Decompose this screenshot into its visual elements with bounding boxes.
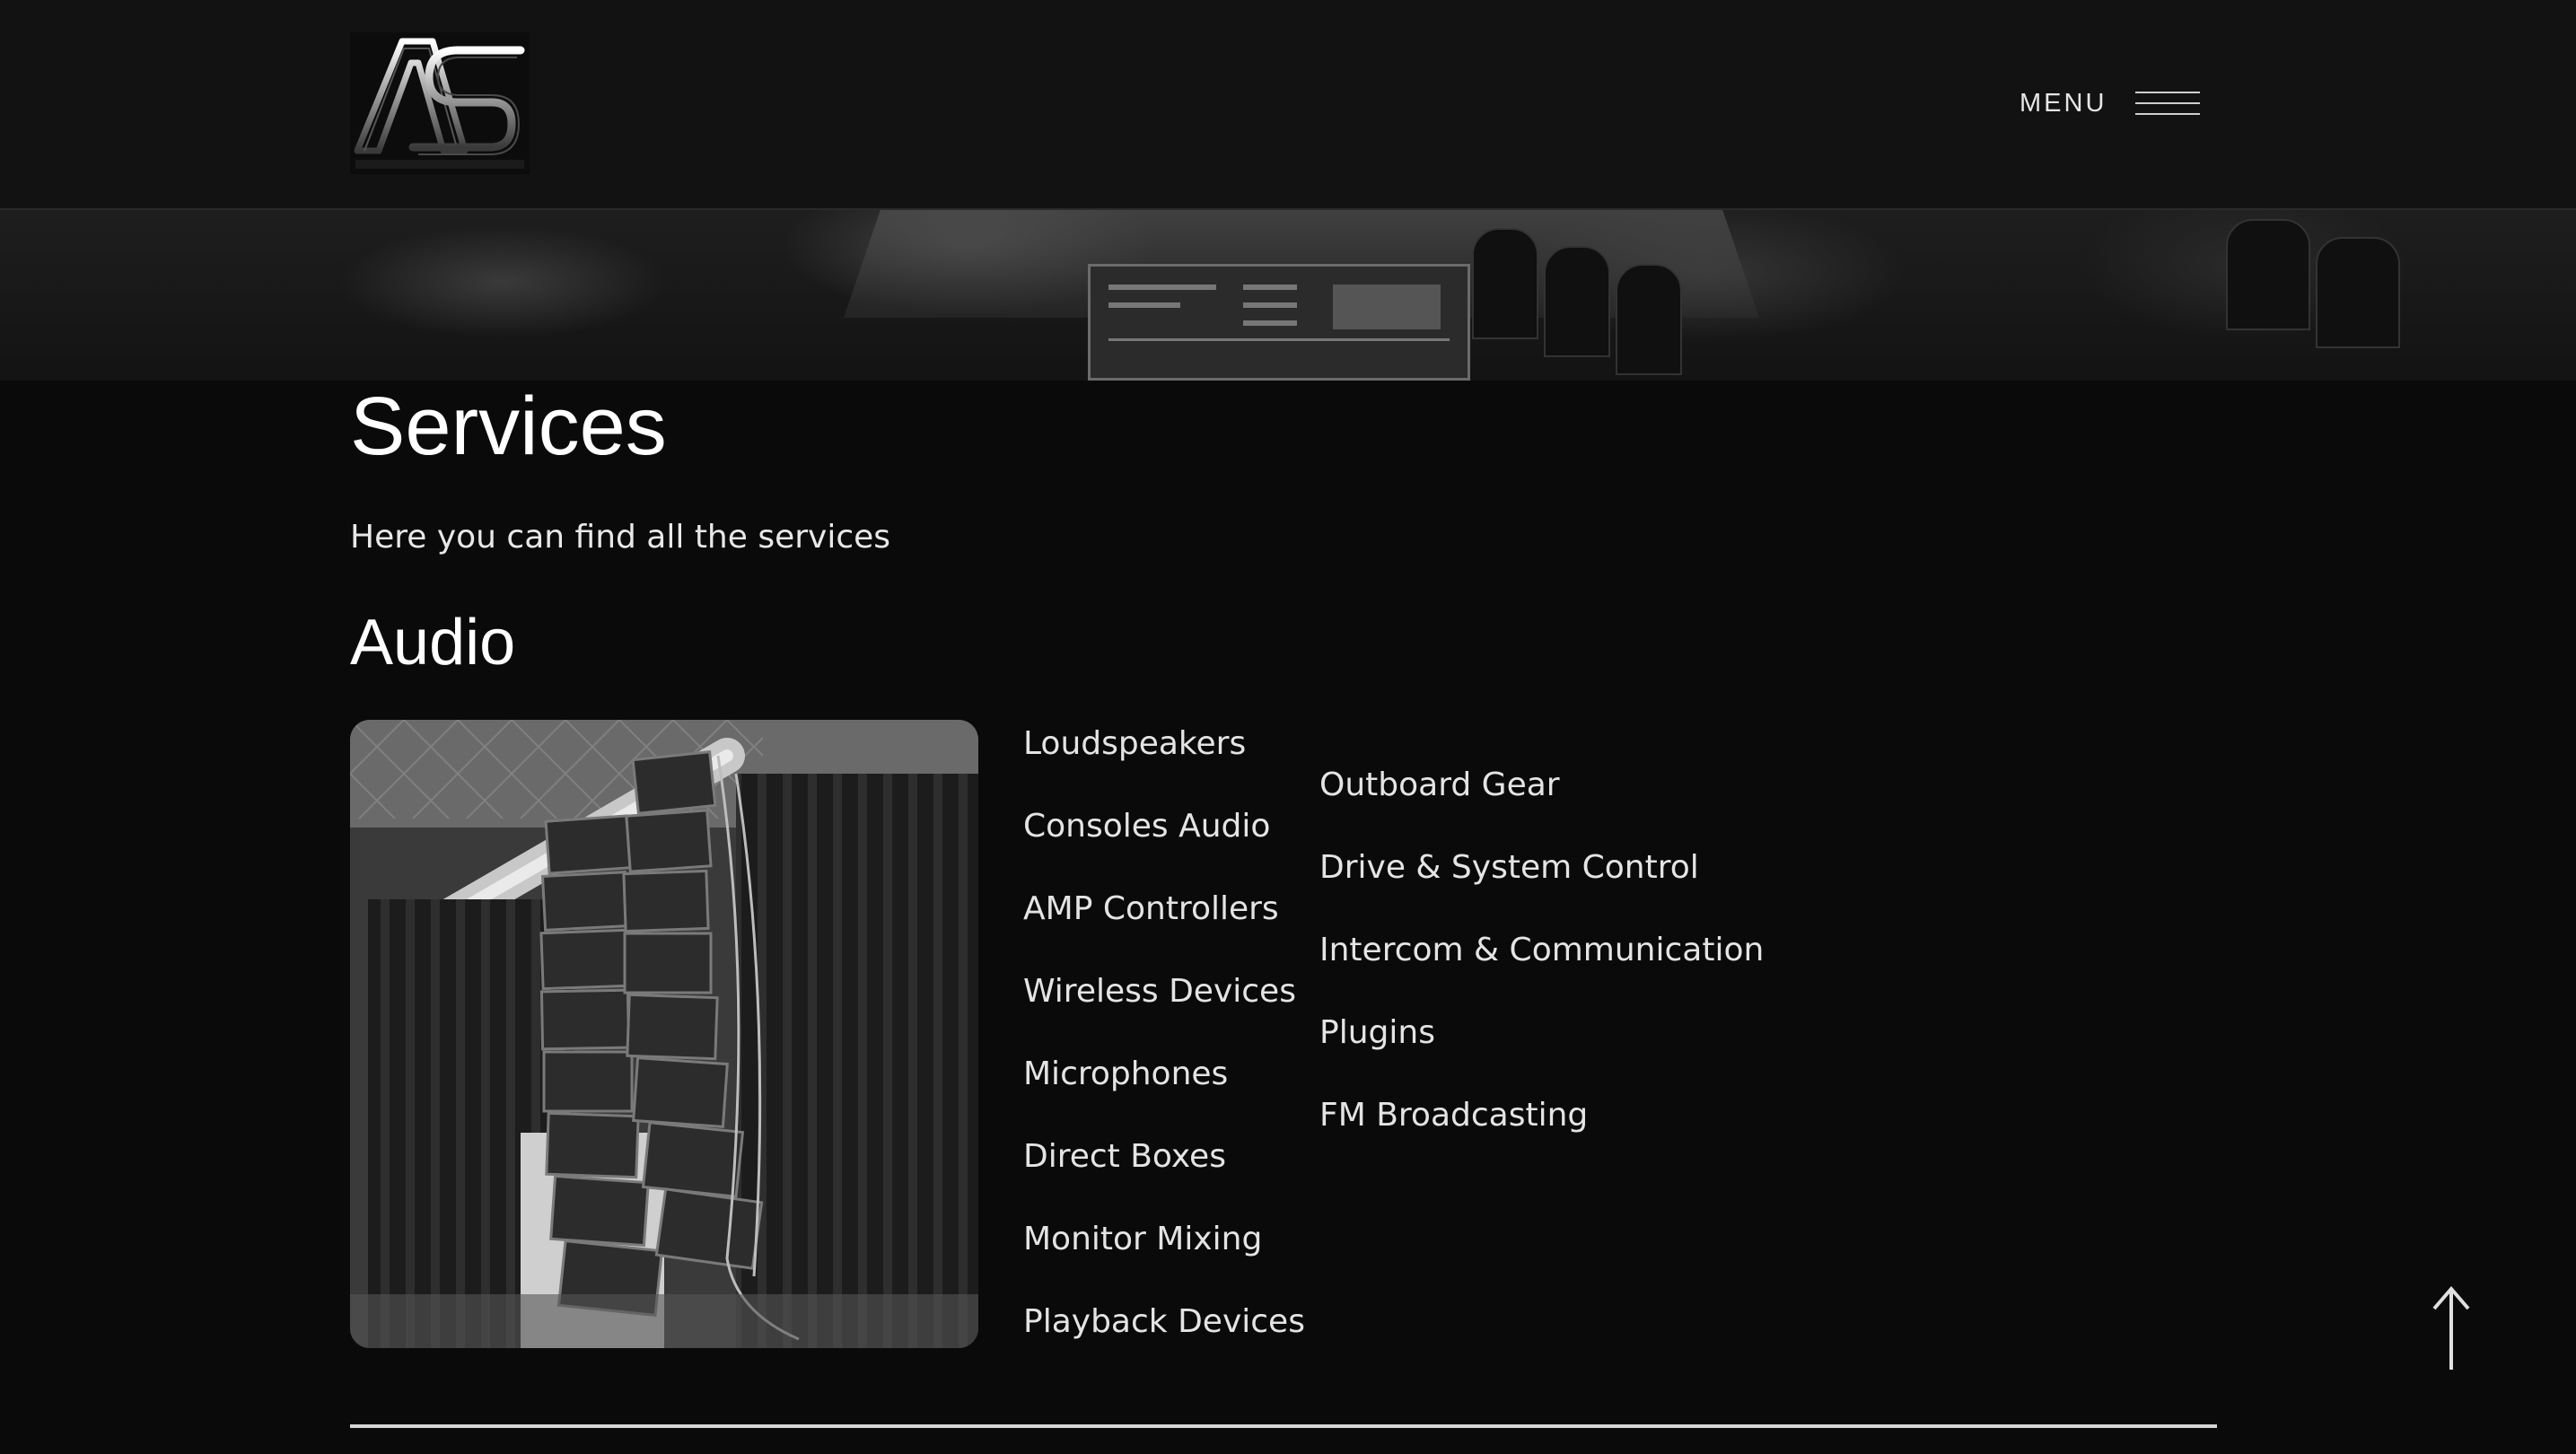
page-title: Services	[350, 381, 667, 472]
service-link-microphones[interactable]: Microphones	[1023, 1054, 1305, 1095]
service-link-drive-system-control[interactable]: Drive & System Control	[1319, 847, 1764, 889]
hamburger-icon	[2135, 88, 2201, 118]
audio-services-list-1: Loudspeakers Consoles Audio AMP Controll…	[1023, 723, 1305, 1384]
service-link-direct-boxes[interactable]: Direct Boxes	[1023, 1136, 1305, 1178]
section-divider	[350, 1424, 2217, 1428]
service-link-amp-controllers[interactable]: AMP Controllers	[1023, 889, 1305, 930]
section-title-audio: Audio	[350, 607, 516, 679]
service-link-monitor-mixing[interactable]: Monitor Mixing	[1023, 1219, 1305, 1260]
service-link-fm-broadcasting[interactable]: FM Broadcasting	[1319, 1095, 1764, 1136]
arrow-up-icon	[2432, 1285, 2470, 1370]
console-screen	[1088, 264, 1470, 381]
site-logo[interactable]	[350, 32, 530, 174]
service-link-intercom-communication[interactable]: Intercom & Communication	[1319, 930, 1764, 971]
audio-section-image	[350, 720, 978, 1348]
menu-button[interactable]: MENU	[2020, 83, 2201, 124]
service-link-loudspeakers[interactable]: Loudspeakers	[1023, 723, 1305, 765]
service-link-wireless-devices[interactable]: Wireless Devices	[1023, 971, 1305, 1012]
scroll-to-top-button[interactable]	[2423, 1283, 2479, 1373]
service-link-plugins[interactable]: Plugins	[1319, 1012, 1764, 1054]
service-link-outboard-gear[interactable]: Outboard Gear	[1319, 765, 1764, 806]
page-intro: Here you can find all the services	[350, 519, 891, 556]
service-link-consoles-audio[interactable]: Consoles Audio	[1023, 806, 1305, 847]
audio-services-list-2: Outboard Gear Drive & System Control Int…	[1319, 765, 1764, 1178]
menu-label: MENU	[2020, 88, 2107, 118]
hero-banner-image	[0, 210, 2576, 381]
site-header: MENU	[0, 0, 2576, 210]
service-link-playback-devices[interactable]: Playback Devices	[1023, 1301, 1305, 1343]
